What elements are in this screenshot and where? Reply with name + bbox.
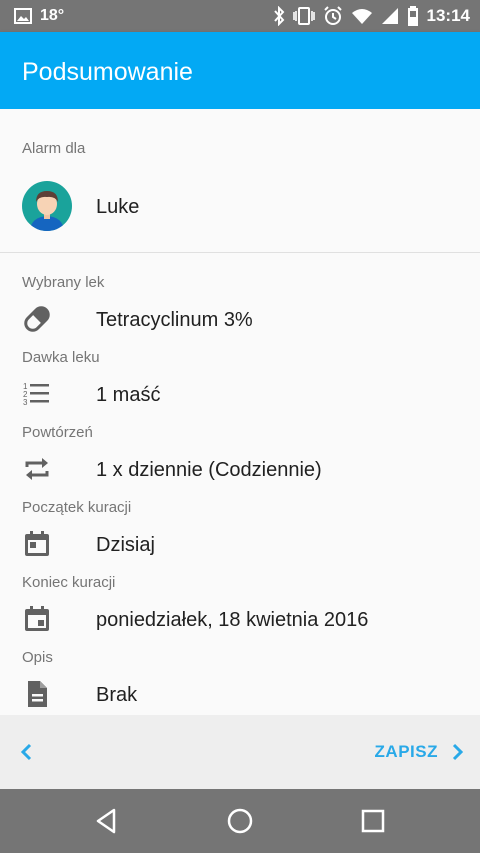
calendar-end-icon xyxy=(25,606,49,631)
alarm-for-label: Alarm dla xyxy=(22,140,86,157)
status-bar: 18° 13:14 xyxy=(0,0,480,32)
bottom-action-bar: ZAPISZ xyxy=(0,715,480,789)
detail-value-medicine: Tetracyclinum 3% xyxy=(96,309,253,331)
wifi-icon xyxy=(351,9,372,24)
pill-icon xyxy=(24,306,50,332)
save-button-label: ZAPISZ xyxy=(374,742,438,761)
detail-label-dose: Dawka leku xyxy=(22,349,100,366)
detail-label-end: Koniec kuracji xyxy=(22,574,116,591)
temperature: 18° xyxy=(40,7,65,24)
signal-icon xyxy=(381,8,398,24)
numbered-list-icon: 1 2 3 xyxy=(23,382,49,407)
image-icon xyxy=(14,8,32,24)
user-avatar-icon xyxy=(30,191,64,231)
detail-label-start: Początek kuracji xyxy=(22,499,132,516)
repeat-icon xyxy=(25,458,49,480)
detail-value-start: Dzisiaj xyxy=(96,534,155,556)
detail-value-end: poniedziałek, 18 kwietnia 2016 xyxy=(96,609,369,631)
home-nav-icon[interactable] xyxy=(224,805,256,837)
status-time: 13:14 xyxy=(426,6,470,25)
app-bar: Podsumowanie xyxy=(0,32,480,109)
recents-nav-icon[interactable] xyxy=(357,805,389,837)
avatar[interactable] xyxy=(22,181,72,231)
alarm-icon xyxy=(323,6,342,25)
detail-value-repeats: 1 x dziennie (Codziennie) xyxy=(96,459,322,481)
alarm-user-name: Luke xyxy=(96,196,140,218)
page-title: Podsumowanie xyxy=(22,58,193,86)
battery-icon xyxy=(407,6,418,26)
summary-content: Alarm dla Luke Wybrany lek Tetracyclinum… xyxy=(0,109,480,715)
svg-text:3: 3 xyxy=(23,398,28,407)
description-icon xyxy=(28,681,47,707)
divider xyxy=(0,252,480,253)
calendar-icon xyxy=(25,531,49,556)
detail-value-dose: 1 maść xyxy=(96,384,161,406)
chevron-right-icon xyxy=(452,743,464,761)
chevron-left-icon[interactable] xyxy=(16,740,38,764)
save-button[interactable]: ZAPISZ xyxy=(375,739,464,765)
vibrate-icon xyxy=(292,7,315,25)
detail-label-description: Opis xyxy=(22,649,53,666)
detail-label-medicine: Wybrany lek xyxy=(22,274,105,291)
detail-label-repeats: Powtórzeń xyxy=(22,424,93,441)
system-nav-bar xyxy=(0,789,480,853)
bluetooth-icon xyxy=(273,6,284,26)
back-nav-icon[interactable] xyxy=(90,805,122,837)
detail-value-description: Brak xyxy=(96,684,138,706)
